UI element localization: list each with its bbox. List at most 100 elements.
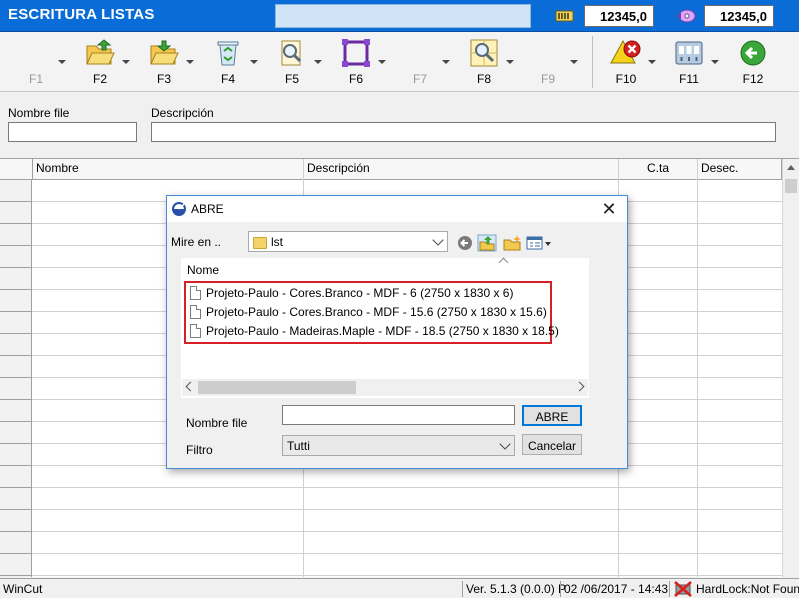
scroll-right-icon[interactable] <box>574 381 585 392</box>
column-header-name[interactable]: Nombre <box>33 159 304 180</box>
look-in-label: Mire en .. <box>171 235 222 249</box>
look-in-select[interactable]: lst <box>248 231 448 252</box>
back-arrow-icon <box>740 40 766 66</box>
table-row[interactable] <box>0 488 782 510</box>
toolbar-button-f1[interactable]: F1 <box>4 32 68 92</box>
document-icon <box>190 286 201 300</box>
row-header[interactable] <box>0 532 32 554</box>
up-folder-icon[interactable] <box>477 234 497 252</box>
row-header[interactable] <box>0 554 32 576</box>
status-app-name: WinCut <box>3 582 43 596</box>
row-header[interactable] <box>0 488 32 510</box>
row-header[interactable] <box>0 224 32 246</box>
toolbar-label: F12 <box>742 72 764 86</box>
row-header[interactable] <box>0 202 32 224</box>
dropdown-caret-icon[interactable] <box>314 60 322 64</box>
row-header[interactable] <box>0 246 32 268</box>
document-icon <box>190 305 201 319</box>
column-header-nome[interactable]: Nome <box>187 263 219 277</box>
toolbar-button-f12[interactable]: F12 <box>721 32 785 92</box>
description-field[interactable] <box>151 122 776 142</box>
dropdown-caret-icon[interactable] <box>186 60 194 64</box>
table-row[interactable] <box>0 554 782 576</box>
column-header-discard[interactable]: Desec. <box>698 159 782 180</box>
row-header[interactable] <box>0 312 32 334</box>
open-button[interactable]: ABRE <box>522 405 582 426</box>
toolbar-button-f5[interactable]: F5 <box>260 32 324 92</box>
dropdown-caret-icon[interactable] <box>378 60 386 64</box>
dialog-title: ABRE <box>191 202 224 216</box>
search-document-icon <box>281 40 302 66</box>
column-header-quantity[interactable]: C.ta <box>619 159 698 180</box>
scroll-up-icon[interactable] <box>787 165 795 170</box>
row-header[interactable] <box>0 290 32 312</box>
dropdown-caret-icon[interactable] <box>506 60 514 64</box>
toolbar-button-f10[interactable]: F10 <box>594 32 658 92</box>
toolbar-button-f7[interactable]: F7 <box>388 32 452 92</box>
file-list[interactable]: Nome Projeto-Paulo - Cores.Branco - MDF … <box>181 257 589 398</box>
recycle-bin-icon <box>217 41 239 66</box>
file-name-field[interactable] <box>8 122 137 142</box>
folder-open-icon <box>86 39 115 65</box>
filter-select[interactable]: Tutti <box>282 435 515 456</box>
row-header[interactable] <box>0 510 32 532</box>
grid-vertical-scrollbar[interactable] <box>782 159 799 577</box>
back-icon[interactable] <box>455 234 475 252</box>
toolbar-label: F11 <box>679 72 699 86</box>
status-hardlock: HardLock:Not Found <box>696 582 799 596</box>
toolbar-button-f6[interactable]: F6 <box>324 32 388 92</box>
table-row[interactable] <box>0 576 782 577</box>
cancel-button[interactable]: Cancelar <box>522 434 582 455</box>
toolbar-button-f8[interactable]: F8 <box>452 32 516 92</box>
row-header[interactable] <box>0 422 32 444</box>
row-header[interactable] <box>0 180 32 202</box>
close-icon[interactable]: ✕ <box>597 198 621 220</box>
toolbar-label: F5 <box>284 72 299 86</box>
list-item[interactable]: Projeto-Paulo - Madeiras.Maple - MDF - 1… <box>190 324 559 342</box>
scroll-thumb[interactable] <box>785 179 797 193</box>
warning-close-icon <box>610 39 641 64</box>
table-row[interactable] <box>0 466 782 488</box>
row-header[interactable] <box>0 400 32 422</box>
toolbar-button-f11[interactable]: F11 <box>657 32 721 92</box>
scroll-thumb[interactable] <box>198 381 356 394</box>
table-row[interactable] <box>0 532 782 554</box>
toolbar-label: F9 <box>540 72 555 86</box>
row-header[interactable] <box>0 334 32 356</box>
row-header[interactable] <box>0 466 32 488</box>
dropdown-caret-icon[interactable] <box>570 60 578 64</box>
table-row[interactable] <box>0 510 782 532</box>
view-menu-icon[interactable] <box>526 234 552 252</box>
dropdown-caret-icon[interactable] <box>648 60 656 64</box>
toolbar-button-f3[interactable]: F3 <box>132 32 196 92</box>
list-item[interactable]: Projeto-Paulo - Cores.Branco - MDF - 15.… <box>190 305 547 323</box>
toolbar-label: F1 <box>28 72 43 86</box>
list-item[interactable]: Projeto-Paulo - Cores.Branco - MDF - 6 (… <box>190 286 513 304</box>
dropdown-caret-icon[interactable] <box>711 60 719 64</box>
column-header-description[interactable]: Descripción <box>304 159 619 180</box>
file-name-text: Projeto-Paulo - Madeiras.Maple - MDF - 1… <box>206 324 559 338</box>
dropdown-caret-icon[interactable] <box>442 60 450 64</box>
row-header[interactable] <box>0 268 32 290</box>
scroll-left-icon[interactable] <box>185 381 196 392</box>
row-header[interactable] <box>0 576 32 577</box>
row-header[interactable] <box>0 356 32 378</box>
dropdown-caret-icon[interactable] <box>58 60 66 64</box>
toolbar-button-f2[interactable]: F2 <box>68 32 132 92</box>
toolbar-button-f9[interactable]: F9 <box>516 32 580 92</box>
counter-value-2: 12345,0 <box>704 5 774 27</box>
disc-icon <box>677 9 696 23</box>
sort-ascending-icon <box>498 257 509 268</box>
toolbar-button-f4[interactable]: F4 <box>196 32 260 92</box>
zoom-icon <box>470 39 498 67</box>
toolbar-label: F4 <box>220 72 235 86</box>
dropdown-caret-icon[interactable] <box>122 60 130 64</box>
row-header[interactable] <box>0 444 32 466</box>
network-icon <box>675 41 703 65</box>
file-list-horizontal-scrollbar[interactable] <box>182 379 588 396</box>
dropdown-caret-icon[interactable] <box>250 60 258 64</box>
row-header[interactable] <box>0 378 32 400</box>
new-folder-icon[interactable] <box>502 234 522 252</box>
battery-icon <box>555 10 574 22</box>
dialog-file-name-input[interactable] <box>282 405 515 425</box>
